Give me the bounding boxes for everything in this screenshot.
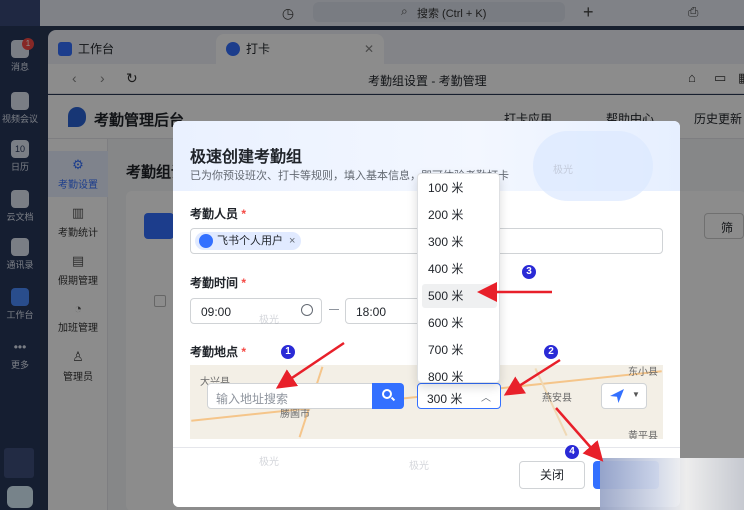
dropdown-option[interactable]: 100 米 <box>422 176 497 200</box>
watermark: 极光 <box>259 315 279 326</box>
blurred-region <box>600 458 744 510</box>
member-tag-label: 飞书个人用户 <box>217 235 283 247</box>
watermark: 极光 <box>553 165 573 176</box>
step-2-badge: 2 <box>543 344 559 360</box>
radius-dropdown: 100 米 200 米 300 米 400 米 500 米 600 米 700 … <box>417 173 500 383</box>
start-time-value: 09:00 <box>201 305 232 319</box>
watermark: 极光 <box>409 461 429 472</box>
step-4-badge: 4 <box>564 444 580 460</box>
close-button[interactable]: 关闭 <box>519 461 585 489</box>
address-search-input[interactable]: 输入地址搜索 <box>207 383 373 409</box>
radius-select[interactable]: 300 米 ︿ <box>417 383 501 409</box>
caret-down-icon: ▼ <box>632 390 640 399</box>
dialog-title: 极速创建考勤组 <box>190 149 303 166</box>
time-separator <box>329 309 339 310</box>
clock-icon <box>301 304 313 316</box>
address-placeholder: 输入地址搜索 <box>216 392 289 406</box>
watermark: 极光 <box>259 457 279 468</box>
map-locate-control[interactable]: ▼ <box>601 383 647 409</box>
dropdown-option-selected[interactable]: 500 米 <box>422 284 497 308</box>
members-label: 考勤人员 * <box>190 207 247 221</box>
decoration <box>533 131 653 201</box>
location-label: 考勤地点 * <box>190 345 247 359</box>
address-search-button[interactable] <box>372 383 404 409</box>
dropdown-option[interactable]: 200 米 <box>422 203 497 227</box>
dropdown-option[interactable]: 700 米 <box>422 338 497 362</box>
dropdown-option[interactable]: 300 米 <box>422 230 497 254</box>
dropdown-option[interactable]: 600 米 <box>422 311 497 335</box>
map-label: 燕安县 <box>542 393 572 404</box>
time-label: 考勤时间 * <box>190 276 247 290</box>
map-label: 黄平县 <box>628 431 658 439</box>
map-label: 东小县 <box>628 367 658 378</box>
start-time-field[interactable]: 09:00 <box>190 298 322 324</box>
remove-tag-icon[interactable]: × <box>289 235 295 247</box>
dropdown-option[interactable]: 800 米 <box>422 365 497 382</box>
locate-icon <box>610 389 624 403</box>
step-3-badge: 3 <box>521 264 537 280</box>
close-button-label: 关闭 <box>539 468 564 482</box>
member-tag: 飞书个人用户 × <box>195 232 302 250</box>
group-icon <box>199 234 213 248</box>
dropdown-option[interactable]: 400 米 <box>422 257 497 281</box>
end-time-value: 18:00 <box>356 305 387 319</box>
radius-value: 300 米 <box>427 392 463 406</box>
step-1-badge: 1 <box>280 344 296 360</box>
search-icon-handle <box>390 396 396 402</box>
chevron-up-icon: ︿ <box>481 393 491 404</box>
